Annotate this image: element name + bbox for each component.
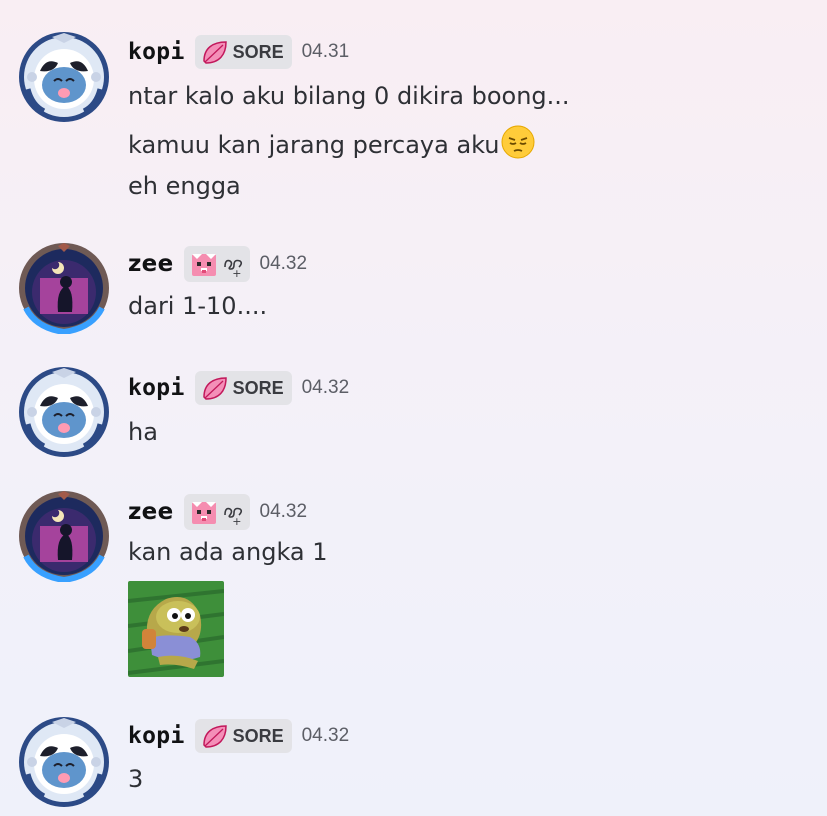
username[interactable]: zee [128, 499, 174, 525]
avatar[interactable] [18, 490, 110, 582]
guild-tag[interactable]: SORE [194, 719, 292, 753]
timestamp: 04.32 [259, 501, 308, 522]
username[interactable]: kopi [128, 723, 185, 749]
guild-tag-label: SORE [232, 377, 284, 398]
pensive-face-icon [501, 125, 535, 159]
message-text: ha [128, 418, 158, 446]
message-text: ntar kalo aku bilang 0 dikira boong... [128, 82, 570, 110]
guild-tag[interactable]: SORE [194, 35, 292, 69]
timestamp: 04.31 [301, 41, 350, 62]
message-text: 3 [128, 765, 144, 793]
avatar[interactable] [18, 366, 110, 458]
guild-tag-label: SORE [232, 725, 284, 746]
message-header: zee + 04.32 [128, 246, 307, 282]
guild-tag[interactable]: + [183, 494, 250, 530]
message-header: kopi SORE 04.32 [128, 370, 349, 406]
username[interactable]: zee [128, 251, 174, 277]
pink-leaf-icon [201, 38, 229, 66]
fish-sticker-image[interactable] [128, 581, 224, 677]
guild-tag-label: SORE [232, 41, 284, 62]
pink-cat-icon [190, 250, 218, 278]
plus-icon: + [232, 515, 242, 528]
message-header: kopi SORE 04.31 [128, 34, 349, 70]
plus-icon: + [232, 267, 242, 280]
pink-leaf-icon [201, 722, 229, 750]
message-text: kamuu kan jarang percaya aku [128, 131, 500, 159]
message-header: kopi SORE 04.32 [128, 718, 349, 754]
username[interactable]: kopi [128, 375, 185, 401]
avatar[interactable] [18, 716, 110, 808]
timestamp: 04.32 [301, 377, 350, 398]
avatar[interactable] [18, 31, 110, 123]
message-text: eh engga [128, 172, 241, 200]
username[interactable]: kopi [128, 39, 185, 65]
pink-leaf-icon [201, 374, 229, 402]
guild-tag[interactable]: + [183, 246, 250, 282]
message-header: zee + 04.32 [128, 494, 307, 530]
message-text: kan ada angka 1 [128, 538, 328, 566]
message-text: dari 1-10.... [128, 292, 268, 320]
pink-cat-icon [190, 498, 218, 526]
message-text-with-emoji: kamuu kan jarang percaya aku [128, 125, 535, 161]
timestamp: 04.32 [259, 253, 308, 274]
timestamp: 04.32 [301, 725, 350, 746]
avatar[interactable] [18, 242, 110, 334]
guild-tag[interactable]: SORE [194, 371, 292, 405]
